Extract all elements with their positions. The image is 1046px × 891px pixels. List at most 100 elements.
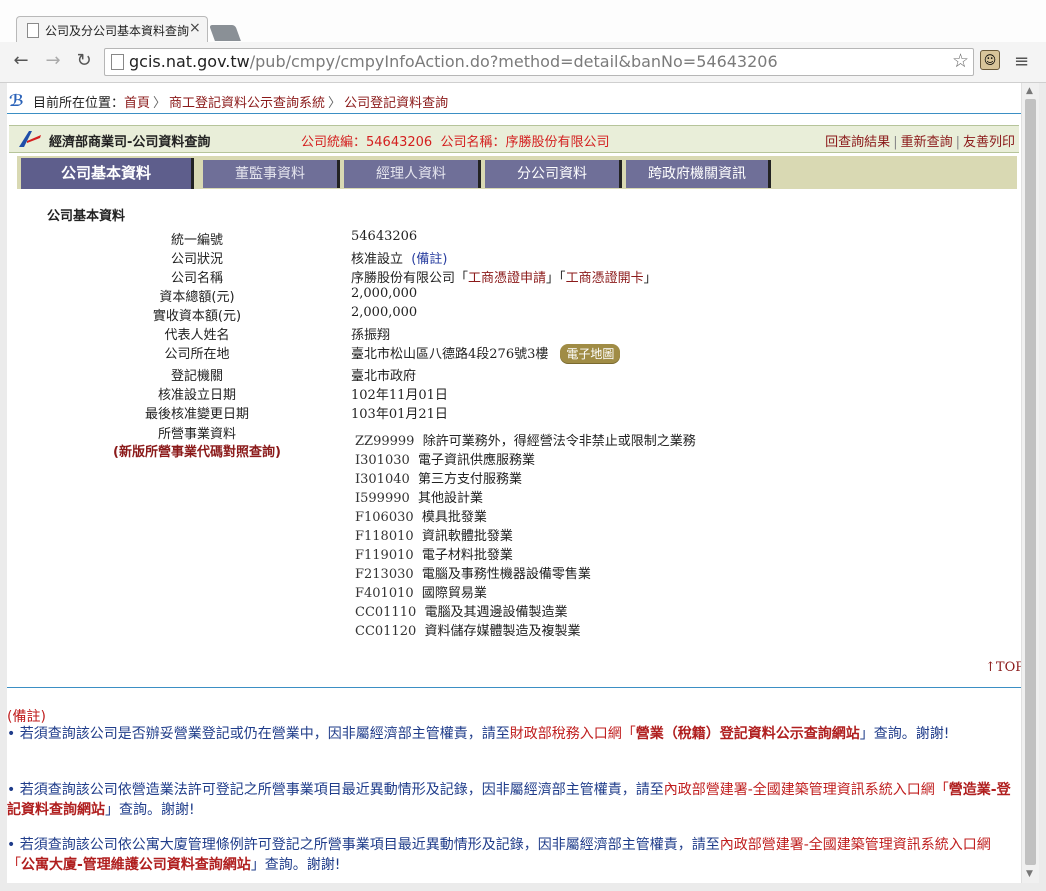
- field-value: 孫振翔: [351, 328, 391, 343]
- business-list: ZZ99999 除許可業務外，得經營法令非禁止或限制之業務 I301030 電子…: [355, 430, 855, 639]
- browser-toolbar: ← → ↻ gcis.nat.gov.tw/pub/cmpy/cmpyInfoA…: [0, 42, 1046, 83]
- scroll-thumb[interactable]: [1025, 99, 1036, 865]
- field-label: 資本總額(元): [159, 290, 235, 305]
- header-bar: 經濟部商業司-公司資料查詢 公司統編：54643206 公司名稱：序勝股份有限公…: [9, 125, 1019, 153]
- list-item: F106030 模具批發業: [355, 510, 487, 525]
- list-item: F401010 國際貿易業: [355, 586, 487, 601]
- site-logo-icon: ℬ: [9, 91, 24, 110]
- note-paragraph: • 若須查詢該公司依公寓大廈管理條例許可登記之所營事業項目最近異動情形及記錄，因…: [7, 837, 991, 873]
- close-icon[interactable]: ×: [189, 20, 201, 36]
- tab-bar: 公司基本資料 董監事資料 經理人資料 分公司資料 跨政府機關資訊: [17, 156, 1017, 189]
- field-label: 公司名稱: [170, 271, 223, 286]
- page-icon: [27, 23, 39, 38]
- menu-icon[interactable]: ≡: [1014, 51, 1029, 72]
- browser-window: 公司及分公司基本資料查詢 × ← → ↻ gcis.nat.gov.tw/pub…: [0, 0, 1046, 891]
- list-item: CC01120 資料儲存媒體製造及複製業: [355, 624, 581, 639]
- field-row-established: 核准設立日期 102年11月01日: [7, 384, 1021, 403]
- back-to-results-link[interactable]: 回查詢結果: [825, 135, 890, 150]
- field-value: 核准設立 (備註): [351, 252, 448, 267]
- tab-title: 公司及分公司基本資料查詢: [45, 24, 190, 38]
- address-bar[interactable]: gcis.nat.gov.tw/pub/cmpy/cmpyInfoAction.…: [104, 48, 974, 76]
- breadcrumb-current-link[interactable]: 公司登記資料查詢: [344, 96, 448, 111]
- field-label: 登記機關: [170, 369, 223, 384]
- field-label: 實收資本額(元): [152, 309, 242, 324]
- new-tab-button[interactable]: [209, 25, 241, 41]
- field-value: 2,000,000: [351, 286, 418, 301]
- window-frame: [0, 83, 7, 891]
- list-item: ZZ99999 除許可業務外，得經營法令非禁止或限制之業務: [355, 434, 696, 449]
- new-search-link[interactable]: 重新查詢: [901, 135, 953, 150]
- scroll-up-icon[interactable]: ▲: [1026, 86, 1033, 96]
- status-note-link[interactable]: (備註): [411, 252, 447, 267]
- browser-tab[interactable]: 公司及分公司基本資料查詢 ×: [16, 16, 208, 43]
- breadcrumb-items: 首頁〉商工登記資料公示查詢系統〉公司登記資料查詢: [124, 92, 448, 111]
- field-value: 103年01月21日: [351, 407, 448, 422]
- list-item: F118010 資訊軟體批發業: [355, 529, 513, 544]
- header-company-info: 公司統編：54643206 公司名稱：序勝股份有限公司: [301, 135, 610, 150]
- field-row-status: 公司狀況 核准設立 (備註): [7, 248, 1021, 267]
- tab-managers[interactable]: 經理人資料: [344, 160, 478, 188]
- tab-strip: 公司及分公司基本資料查詢 ×: [0, 0, 1046, 43]
- tab-cross-agency[interactable]: 跨政府機關資訊: [626, 160, 768, 188]
- field-row-changed: 最後核准變更日期 103年01月21日: [7, 403, 1021, 422]
- tab-basic-info[interactable]: 公司基本資料: [21, 158, 191, 189]
- field-label: 代表人姓名: [164, 328, 230, 343]
- extension-icon[interactable]: ☺: [980, 50, 1000, 70]
- map-button[interactable]: 電子地圖: [560, 344, 621, 363]
- field-value: 序勝股份有限公司「工商憑證申請」「工商憑證開卡」: [351, 271, 657, 286]
- business-code-lookup-link[interactable]: (新版所營事業代碼對照查詢): [7, 441, 387, 460]
- page-icon: [111, 54, 124, 70]
- field-row-rep: 代表人姓名 孫振翔: [7, 324, 1021, 343]
- back-to-top-link[interactable]: ↑TOP: [985, 660, 1021, 675]
- reload-icon[interactable]: ↻: [73, 50, 95, 71]
- divider: [7, 687, 1021, 688]
- tab-branches[interactable]: 分公司資料: [485, 160, 619, 188]
- breadcrumb-home-link[interactable]: 首頁: [124, 96, 150, 111]
- bookmark-star-icon[interactable]: ☆: [952, 50, 969, 72]
- url-text[interactable]: gcis.nat.gov.tw/pub/cmpy/cmpyInfoAction.…: [129, 52, 778, 71]
- breadcrumb-label: 目前所在位置：: [33, 96, 125, 111]
- notes-heading: (備註): [7, 709, 46, 725]
- list-item: F213030 電腦及事務性機器設備零售業: [355, 567, 591, 582]
- field-label: 最後核准變更日期: [144, 407, 249, 422]
- vertical-scrollbar[interactable]: ▲ ▼: [1021, 83, 1039, 883]
- tab-directors[interactable]: 董監事資料: [203, 160, 337, 188]
- field-value: 102年11月01日: [351, 388, 448, 403]
- field-row-capital: 資本總額(元) 2,000,000: [7, 286, 1021, 305]
- field-label: 核准設立日期: [157, 388, 236, 403]
- breadcrumb: ℬ 目前所在位置： 首頁〉商工登記資料公示查詢系統〉公司登記資料查詢: [7, 89, 1021, 115]
- forward-icon[interactable]: →: [42, 50, 64, 71]
- field-value: 2,000,000: [351, 305, 418, 320]
- ministry-logo-icon: [19, 131, 41, 147]
- header-title: 經濟部商業司-公司資料查詢: [49, 135, 211, 150]
- tax-registration-link[interactable]: 營業（稅籍）登記資料公示查詢網站: [636, 726, 860, 742]
- window-frame: [1038, 83, 1046, 891]
- back-icon[interactable]: ←: [10, 50, 32, 71]
- field-label: 公司所在地: [164, 347, 230, 362]
- list-item: I301040 第三方支付服務業: [355, 472, 523, 487]
- list-item: I301030 電子資訊供應服務業: [355, 453, 536, 468]
- page-viewport: ℬ 目前所在位置： 首頁〉商工登記資料公示查詢系統〉公司登記資料查詢 經濟部商業…: [7, 83, 1021, 883]
- chevron-right-icon: 〉: [328, 96, 342, 111]
- section-title: 公司基本資料: [47, 209, 126, 224]
- chevron-right-icon: 〉: [153, 96, 167, 111]
- building-portal-link[interactable]: 內政部營建署-全國建築管理資訊系統入口網「: [664, 782, 949, 798]
- condo-management-link[interactable]: 公寓大廈-管理維護公司資料查詢網站: [21, 857, 251, 873]
- field-row-ban: 統一編號 54643206: [7, 229, 1021, 248]
- print-link[interactable]: 友善列印: [963, 135, 1015, 150]
- divider: [7, 113, 1021, 114]
- field-row-name: 公司名稱 序勝股份有限公司「工商憑證申請」「工商憑證開卡」: [7, 267, 1021, 286]
- list-item: F119010 電子材料批發業: [355, 548, 513, 563]
- field-row-address: 公司所在地 臺北市松山區八德路4段276號3樓 電子地圖: [7, 343, 1021, 363]
- scroll-down-icon[interactable]: ▼: [1026, 869, 1033, 879]
- breadcrumb-system-link[interactable]: 商工登記資料公示查詢系統: [169, 96, 325, 111]
- field-row-registrar: 登記機關 臺北市政府: [7, 365, 1021, 384]
- field-value: 臺北市政府: [351, 369, 417, 384]
- tax-portal-link[interactable]: 財政部稅務入口網「: [510, 726, 636, 742]
- header-links: 回查詢結果 | 重新查詢 | 友善列印: [825, 135, 1015, 150]
- list-item: CC01110 電腦及其週邊設備製造業: [355, 605, 568, 620]
- cert-apply-link[interactable]: 工商憑證申請: [468, 271, 546, 286]
- field-label: 公司狀況: [170, 252, 223, 267]
- cert-activate-link[interactable]: 工商憑證開卡: [566, 271, 644, 286]
- window-frame: [0, 883, 1046, 891]
